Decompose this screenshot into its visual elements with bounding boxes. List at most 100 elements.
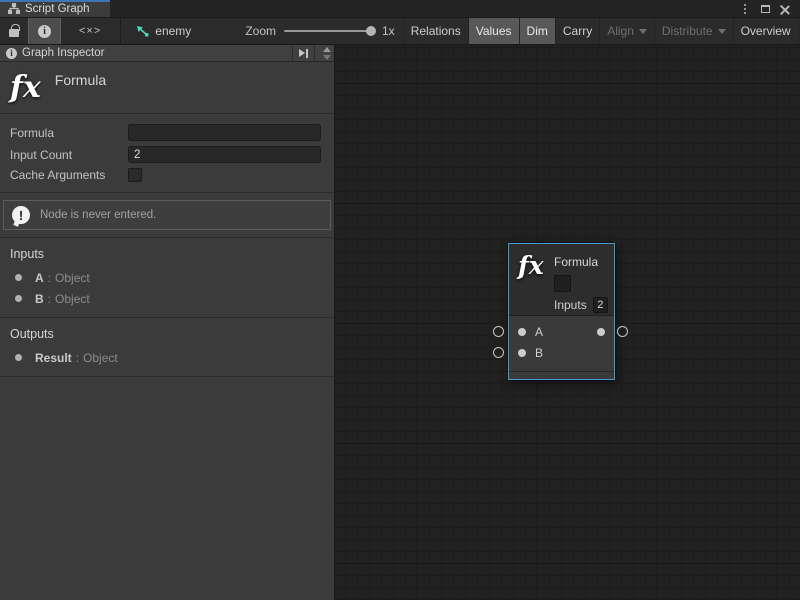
toolbar-button-values[interactable]: Values — [468, 18, 519, 44]
warning-section: Node is never entered. — [0, 193, 334, 238]
field-label: Input Count — [10, 148, 128, 162]
outputs-title: Outputs — [10, 327, 324, 341]
toolbar-button-dim[interactable]: Dim — [519, 18, 555, 44]
port-row-result: Result : Object — [10, 347, 324, 368]
port-colon: : — [48, 292, 51, 306]
unit-title: Formula — [55, 72, 106, 88]
zoom-slider-handle[interactable] — [366, 26, 376, 36]
tab-script-graph[interactable]: Script Graph — [0, 0, 110, 17]
inspector-toggle-button[interactable] — [28, 18, 61, 44]
port-type: Object — [55, 292, 90, 306]
node-footer — [509, 371, 614, 379]
formula-input[interactable] — [128, 124, 321, 141]
port-type: Object — [55, 271, 90, 285]
unit-fields: Formula Input Count Cache Arguments — [0, 114, 334, 193]
field-label: Cache Arguments — [10, 168, 128, 182]
formula-node-header[interactable]: fx Formula Inputs 2 — [509, 244, 614, 315]
port-colon: : — [48, 271, 51, 285]
input-count-input[interactable] — [128, 146, 321, 163]
toolbar-button-relations[interactable]: Relations — [403, 18, 468, 44]
graph-pointer-icon — [136, 25, 150, 38]
toolbar-button-distribute[interactable]: Distribute — [654, 18, 733, 44]
zoom-slider-track — [284, 30, 374, 32]
info-icon — [38, 25, 51, 38]
dock-icon — [299, 49, 305, 57]
button-label: Distribute — [662, 24, 713, 38]
port-name: B — [35, 292, 44, 306]
output-port-result[interactable] — [597, 328, 605, 336]
zoom-value: 1x — [382, 24, 395, 38]
inspector-title: Graph Inspector — [22, 47, 287, 59]
inputs-title: Inputs — [10, 247, 324, 261]
node-inputs-label: Inputs — [554, 298, 587, 312]
kebab-menu-icon — [744, 8, 746, 10]
window-controls — [738, 0, 800, 17]
port-bullet-icon — [15, 274, 22, 281]
zoom-slider[interactable] — [284, 18, 374, 44]
toolbar-button-align[interactable]: Align — [599, 18, 654, 44]
main-area: Graph Inspector fx Formula Formula — [0, 45, 800, 600]
active-tab-accent — [0, 0, 110, 2]
maximize-button[interactable] — [758, 2, 772, 16]
unit-header: fx Formula — [0, 62, 334, 114]
chevron-down-icon — [718, 29, 726, 34]
zoom-label: Zoom — [245, 24, 276, 38]
external-port-result[interactable] — [617, 326, 628, 337]
external-port-b[interactable] — [493, 347, 504, 358]
info-icon — [6, 48, 17, 59]
code-icon: <×> — [79, 25, 101, 37]
formula-fx-icon: fx — [10, 73, 41, 103]
port-row-a: A : Object — [10, 267, 324, 288]
dock-panel-button[interactable] — [292, 45, 315, 61]
port-colon: : — [76, 351, 79, 365]
dock-icon-bar — [306, 49, 308, 58]
tab-label: Script Graph — [25, 3, 90, 15]
node-input-count[interactable]: 2 — [593, 297, 608, 313]
node-title: Formula — [554, 255, 608, 269]
script-graph-icon — [8, 3, 20, 14]
toolbar-button-overview[interactable]: Overview — [733, 18, 798, 44]
graph-inspector-panel: Graph Inspector fx Formula Formula — [0, 45, 335, 600]
toolbar-separator — [120, 18, 121, 44]
chevron-down-icon — [639, 29, 647, 34]
panel-spinner — [320, 45, 334, 61]
node-formula-input[interactable] — [554, 275, 571, 292]
window-menu-button[interactable] — [738, 2, 752, 16]
port-name: Result — [35, 351, 72, 365]
toolbar-button-carry[interactable]: Carry — [555, 18, 599, 44]
input-port-a[interactable] — [518, 328, 526, 336]
lock-button[interactable] — [0, 18, 28, 44]
field-row-cache-arguments: Cache Arguments — [10, 168, 321, 182]
graph-canvas[interactable]: fx Formula Inputs 2 A — [335, 45, 800, 600]
port-label: A — [535, 325, 543, 339]
field-row-input-count: Input Count — [10, 146, 321, 163]
close-button[interactable] — [778, 2, 792, 16]
port-label: B — [535, 346, 543, 360]
spin-down-icon[interactable] — [323, 55, 331, 60]
cache-arguments-checkbox[interactable] — [128, 168, 142, 182]
input-port-b[interactable] — [518, 349, 526, 357]
field-row-formula: Formula — [10, 124, 321, 141]
lock-icon — [9, 29, 19, 37]
node-port-row-a: A — [509, 321, 614, 342]
formula-fx-icon: fx — [518, 253, 544, 278]
script-graph-window: Script Graph <×> enemy Zoom 1x Re — [0, 0, 800, 600]
outputs-section: Outputs Result : Object — [0, 318, 334, 377]
port-bullet-icon — [15, 295, 22, 302]
warning-box: Node is never entered. — [3, 200, 331, 230]
source-button[interactable]: <×> — [61, 18, 119, 44]
maximize-icon — [761, 5, 770, 13]
graph-target-label[interactable]: enemy — [155, 24, 191, 38]
spin-up-icon[interactable] — [323, 47, 331, 52]
inputs-section: Inputs A : Object B : Object — [0, 238, 334, 318]
node-inputs-row: Inputs 2 — [554, 297, 608, 313]
formula-node[interactable]: fx Formula Inputs 2 A — [508, 243, 615, 380]
node-port-row-b: B — [509, 342, 614, 363]
node-header-column: Formula Inputs 2 — [554, 255, 608, 313]
port-bullet-icon — [15, 354, 22, 361]
external-port-a[interactable] — [493, 326, 504, 337]
node-ports-body: A B — [509, 316, 614, 371]
close-icon — [780, 4, 790, 14]
tab-bar: Script Graph — [0, 0, 800, 18]
toolbar-buttons: Relations Values Dim Carry Align Distrib… — [403, 18, 800, 44]
